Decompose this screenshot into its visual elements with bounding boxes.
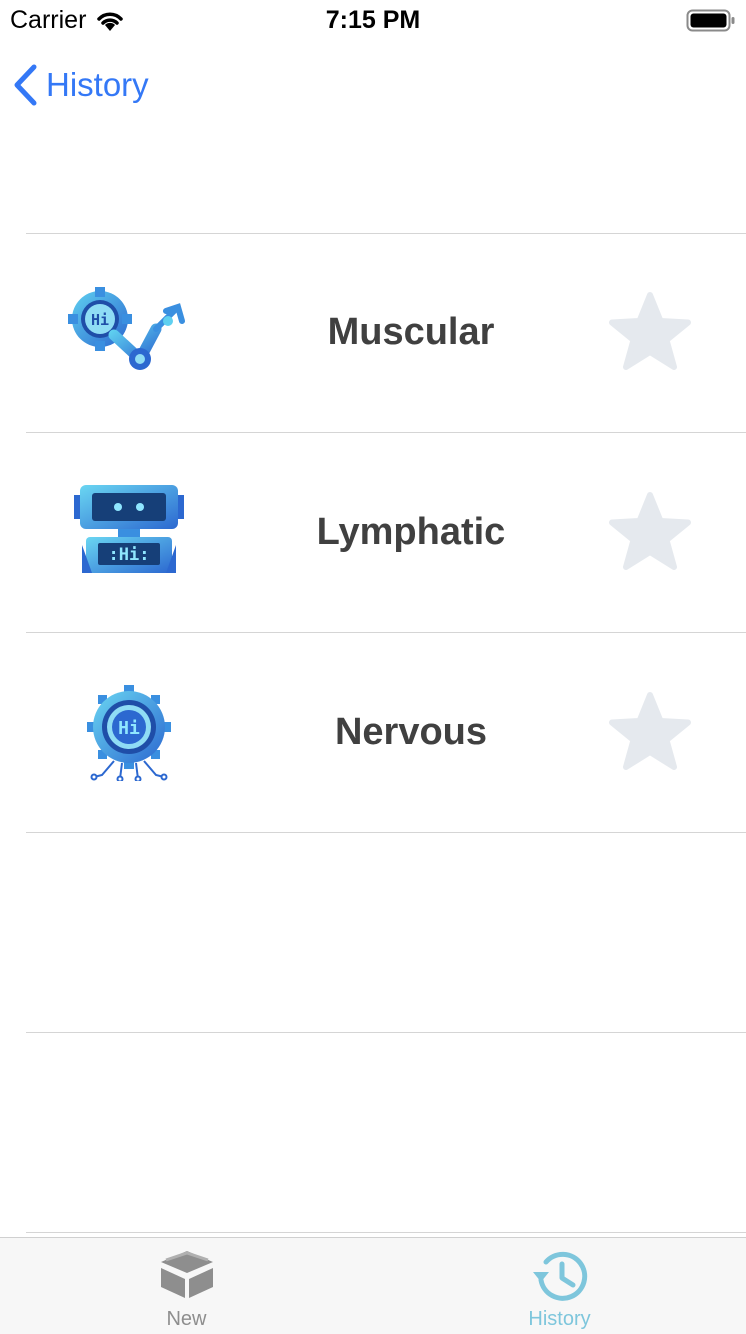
status-bar: Carrier 7:15 PM — [0, 0, 746, 44]
back-button[interactable]: History — [12, 60, 149, 110]
box-icon — [160, 1251, 213, 1298]
battery-icon — [686, 9, 735, 32]
svg-text::Hi:: :Hi: — [109, 545, 150, 565]
svg-text:Hi: Hi — [91, 311, 109, 329]
back-label: History — [46, 66, 149, 103]
item-title: Muscular — [327, 311, 495, 353]
tab-new-label: New — [166, 1308, 207, 1330]
item-title: Nervous — [334, 711, 488, 753]
list-item[interactable]: Hi Nervous — [0, 633, 746, 832]
star-icon[interactable] — [606, 491, 694, 575]
item-title: Lymphatic — [316, 511, 506, 553]
list-item[interactable]: :Hi: Lymphatic — [0, 433, 746, 632]
list-item[interactable]: Hi Muscular — [0, 233, 746, 432]
svg-text:Hi: Hi — [118, 718, 140, 739]
tab-history[interactable]: History — [373, 1238, 746, 1334]
tab-new[interactable]: New — [0, 1238, 373, 1334]
star-icon[interactable] — [606, 691, 694, 775]
robot-head-icon: :Hi: — [74, 485, 184, 573]
history-clock-icon — [532, 1251, 587, 1301]
robot-arm-icon: Hi — [68, 287, 185, 370]
tab-bar: New History — [0, 1237, 746, 1334]
tab-history-label: History — [528, 1308, 591, 1330]
star-icon[interactable] — [606, 291, 694, 375]
empty-row — [0, 833, 746, 1032]
divider — [26, 1232, 746, 1233]
chevron-left-icon — [14, 64, 37, 106]
empty-row — [0, 1033, 746, 1232]
clock: 7:15 PM — [325, 6, 421, 34]
circuit-gear-icon: Hi — [87, 685, 171, 781]
